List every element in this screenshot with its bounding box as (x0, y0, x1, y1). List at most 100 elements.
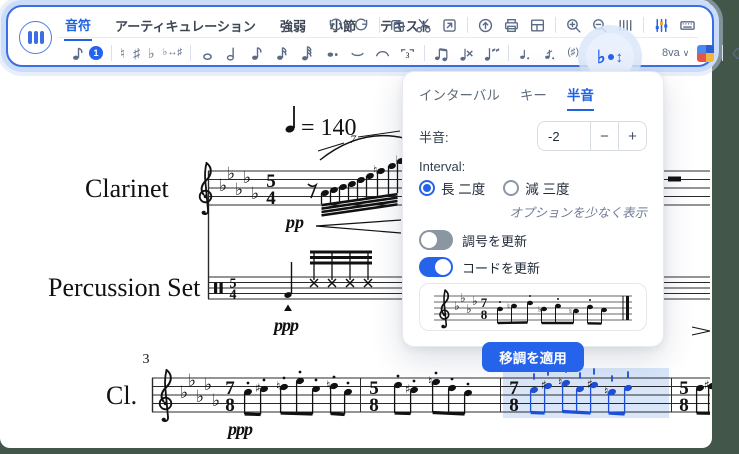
key-signature-1: ♭♭ ♭♭ ♭ (219, 164, 259, 204)
upload-icon[interactable] (477, 17, 494, 34)
redo-icon[interactable] (353, 17, 370, 34)
flat-sharp-swap-icon[interactable]: ♭↔♯ (163, 48, 183, 58)
cut-icon[interactable] (415, 17, 432, 34)
svg-text:♮: ♮ (507, 302, 510, 311)
slur-icon[interactable] (374, 45, 391, 62)
print-icon[interactable] (503, 17, 520, 34)
svg-text:♭: ♭ (472, 294, 478, 308)
svg-text:4: 4 (266, 188, 276, 209)
time-signature-clarinet[interactable]: 5 4 (266, 171, 276, 209)
increment-button[interactable]: + (618, 122, 646, 150)
whole-note-icon[interactable] (199, 45, 216, 62)
radio-diminished-third[interactable]: 減 三度 (503, 178, 570, 198)
clarinet-run[interactable]: ♮ ♭ (320, 153, 408, 217)
dynamic-ppp-2[interactable]: ppp (226, 419, 254, 439)
voice-1-badge[interactable]: 1 (89, 46, 103, 60)
percussion-notes[interactable] (284, 250, 373, 311)
tremolo-icon[interactable] (483, 45, 500, 62)
layout-icon[interactable] (529, 17, 546, 34)
selection-highlight (503, 368, 669, 418)
interval-label: Interval: (419, 159, 466, 174)
radio-unselected-icon[interactable] (503, 180, 520, 196)
svg-text:♭: ♭ (196, 387, 204, 407)
svg-text:♭: ♭ (180, 383, 188, 403)
palette-icon[interactable] (697, 44, 715, 62)
tempo-marking[interactable]: = 140 (285, 106, 357, 141)
backspace-icon[interactable] (731, 45, 739, 62)
sharp-icon[interactable]: ♯ (133, 46, 140, 60)
svg-text:♯: ♯ (587, 377, 593, 391)
grace-note-icon[interactable] (517, 45, 534, 62)
copy-icon[interactable] (389, 17, 406, 34)
svg-text:♮: ♮ (428, 374, 432, 388)
eighth-rest (307, 182, 318, 199)
svg-text:8: 8 (509, 395, 519, 416)
virtual-keyboard-icon[interactable] (679, 17, 696, 34)
piano-icon[interactable] (19, 21, 52, 54)
beam-icon[interactable] (433, 45, 450, 62)
apply-transpose-button[interactable]: 移調を適用 (482, 342, 584, 372)
sixteenth-note-icon[interactable] (274, 45, 291, 62)
transpose-popup: インターバル キー 半音 半音: − + Interval: 長 二度 減 三度… (402, 71, 664, 372)
mute-note-icon[interactable] (458, 45, 475, 62)
dynamic-pp[interactable]: pp (284, 212, 304, 232)
tab-semitone[interactable]: 半音 (566, 84, 594, 111)
natural-icon[interactable]: ♮ (120, 46, 125, 60)
crescendo-hairpin (315, 219, 402, 234)
radio-label: 長 二度 (441, 182, 486, 197)
time-signature-m4[interactable]: 5 8 (679, 378, 689, 416)
svg-text:♭: ♭ (212, 391, 220, 411)
toggle-label: 調号を更新 (462, 233, 528, 249)
undo-icon[interactable] (327, 17, 344, 34)
update-key-signature-toggle[interactable] (419, 230, 453, 250)
dot-icon (607, 54, 614, 60)
svg-text:4: 4 (230, 288, 237, 303)
cl-label[interactable]: Cl. (106, 381, 137, 410)
preview-score: ♭♭ ♭♭ 7 8 ♮ ♭ ♮ (434, 289, 632, 329)
svg-text:♮: ♮ (604, 384, 608, 398)
half-note-icon[interactable] (224, 45, 241, 62)
tuplet-number: 7 (350, 132, 357, 146)
paste-icon[interactable] (441, 17, 458, 34)
transpose-popup-tabs: インターバル キー 半音 (419, 84, 647, 111)
time-signature-m3[interactable]: 7 8 (509, 378, 519, 416)
time-signature-m2[interactable]: 5 8 (369, 378, 379, 416)
tie-icon[interactable] (349, 45, 366, 62)
tab-notes[interactable]: 音符 (64, 12, 93, 41)
show-fewer-options-link[interactable]: オプションを少なく表示 (419, 202, 647, 221)
time-signature-m1[interactable]: 7 8 (225, 378, 235, 416)
grace-note-slash-icon[interactable] (542, 45, 559, 62)
mixer-icon[interactable] (653, 17, 670, 34)
note-input-icon[interactable]: 1 (70, 45, 103, 62)
time-signature-percussion[interactable]: 5 4 (230, 277, 237, 303)
svg-text:♭: ♭ (219, 176, 227, 196)
eighth-note-icon[interactable] (249, 45, 266, 62)
flat-icon[interactable]: ♭ (148, 46, 155, 60)
measure-1-notes[interactable]: ♯ ♮ ♮ (243, 370, 353, 417)
augmentation-dot-icon[interactable] (324, 45, 341, 62)
svg-text:♭: ♭ (251, 184, 259, 204)
semitone-input[interactable] (538, 122, 590, 150)
radio-major-second[interactable]: 長 二度 (419, 178, 485, 198)
octave-dropdown[interactable]: 8va ∨ (662, 47, 689, 59)
dynamic-ppp-1[interactable]: ppp (272, 315, 300, 335)
tab-interval[interactable]: インターバル (419, 84, 500, 111)
clarinet-label[interactable]: Clarinet (85, 174, 170, 203)
svg-text:♮: ♮ (326, 378, 330, 392)
svg-text:3: 3 (406, 50, 410, 59)
svg-text:8: 8 (679, 395, 689, 416)
svg-text:♯: ♯ (541, 378, 547, 392)
percussion-label[interactable]: Percussion Set (48, 273, 201, 302)
tab-dynamics[interactable]: 強弱 (279, 13, 307, 40)
update-chords-toggle[interactable] (419, 257, 453, 277)
flat-icon: ♭ (597, 46, 606, 67)
tuplet-icon[interactable]: 3 (399, 45, 416, 62)
tab-articulation[interactable]: アーティキュレーション (114, 13, 257, 40)
thirtysecond-note-icon[interactable] (299, 45, 316, 62)
measure-4-notes[interactable]: ♯ (695, 378, 712, 415)
decrement-button[interactable]: − (590, 122, 618, 150)
svg-text:8: 8 (225, 395, 235, 416)
zoom-in-icon[interactable] (565, 17, 582, 34)
tab-key[interactable]: キー (520, 84, 547, 111)
radio-selected-icon[interactable] (419, 180, 435, 196)
